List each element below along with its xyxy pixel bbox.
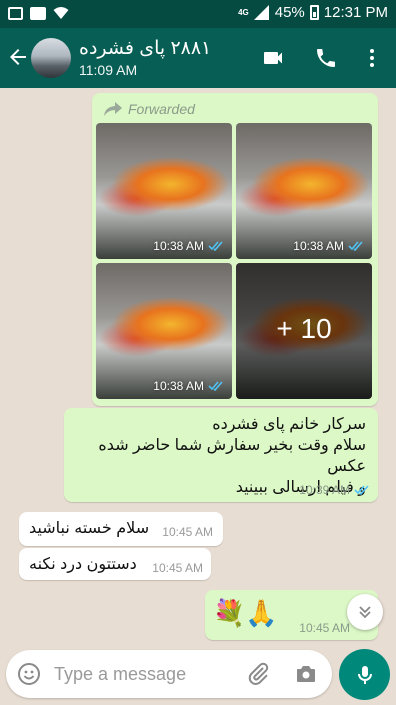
message-time: 10:45 AM	[162, 525, 213, 539]
status-bar: 4G 45% 12:31 PM	[0, 0, 396, 28]
network-type-label: 4G	[238, 7, 249, 17]
chat-header: ۲۸۸۱ پای فشرده 11:09 AM	[0, 28, 396, 88]
wifi-icon	[53, 7, 69, 19]
contact-name[interactable]: ۲۸۸۱ پای فشرده	[79, 37, 211, 60]
message-notification-icon	[30, 6, 46, 20]
read-ticks-icon	[348, 241, 363, 251]
message-text: دستتون درد نکنه	[29, 556, 137, 573]
message-list[interactable]: Forwarded 10:38 AM 10:38 AM 10:38 AM + 1…	[0, 88, 396, 648]
signal-icon	[253, 5, 269, 20]
media-thumbnail[interactable]: 10:38 AM	[96, 123, 232, 259]
message-time: 10:45 AM	[299, 621, 350, 635]
forwarded-media-message[interactable]: Forwarded 10:38 AM 10:38 AM 10:38 AM + 1…	[92, 93, 378, 406]
more-options-icon[interactable]	[360, 46, 384, 70]
contact-avatar[interactable]	[31, 38, 71, 78]
gallery-notification-icon	[8, 6, 23, 20]
outgoing-text-message[interactable]: سرکار خانم پای فشرده سلام وقت بخیر سفارش…	[64, 408, 378, 502]
read-ticks-icon	[354, 485, 369, 495]
read-ticks-icon	[208, 241, 223, 251]
emoji-content: 💐🙏	[213, 598, 278, 628]
voice-call-icon[interactable]	[314, 46, 338, 70]
video-call-icon[interactable]	[261, 46, 285, 70]
scroll-to-bottom-button[interactable]	[347, 594, 383, 630]
message-line: سلام وقت بخیر سفارش شما حاضر شده عکس	[98, 437, 366, 475]
message-time: 10:39 AM	[299, 483, 350, 497]
message-composer[interactable]: Type a message	[6, 650, 332, 698]
back-arrow-icon[interactable]	[6, 45, 30, 69]
forward-icon	[104, 102, 122, 116]
message-line: سرکار خانم پای فشرده	[212, 416, 366, 433]
camera-icon[interactable]	[294, 662, 318, 686]
voice-record-button[interactable]	[339, 649, 390, 700]
double-chevron-down-icon	[359, 606, 371, 619]
read-ticks-icon	[208, 381, 223, 391]
clock: 12:31 PM	[323, 4, 388, 21]
incoming-text-message[interactable]: سلام خسته نباشید 10:45 AM	[19, 512, 223, 546]
microphone-icon	[357, 665, 372, 684]
message-time: 10:38 AM	[293, 239, 344, 253]
attach-icon[interactable]	[246, 662, 270, 686]
incoming-text-message[interactable]: دستتون درد نکنه 10:45 AM	[19, 548, 211, 580]
message-text: سلام خسته نباشید	[29, 520, 150, 537]
more-media-count: + 10	[276, 313, 332, 344]
last-seen: 11:09 AM	[79, 62, 138, 78]
media-thumbnail[interactable]: 10:38 AM	[96, 263, 232, 399]
message-time: 10:38 AM	[153, 379, 204, 393]
message-time: 10:45 AM	[152, 561, 203, 575]
more-media-thumbnail[interactable]: + 10	[236, 263, 372, 399]
battery-percent: 45%	[274, 4, 305, 21]
forwarded-indicator: Forwarded	[104, 101, 195, 117]
battery-icon	[309, 5, 319, 20]
message-input[interactable]: Type a message	[54, 664, 186, 685]
media-thumbnail[interactable]: 10:38 AM	[236, 123, 372, 259]
message-time: 10:38 AM	[153, 239, 204, 253]
emoji-icon[interactable]	[17, 662, 41, 686]
